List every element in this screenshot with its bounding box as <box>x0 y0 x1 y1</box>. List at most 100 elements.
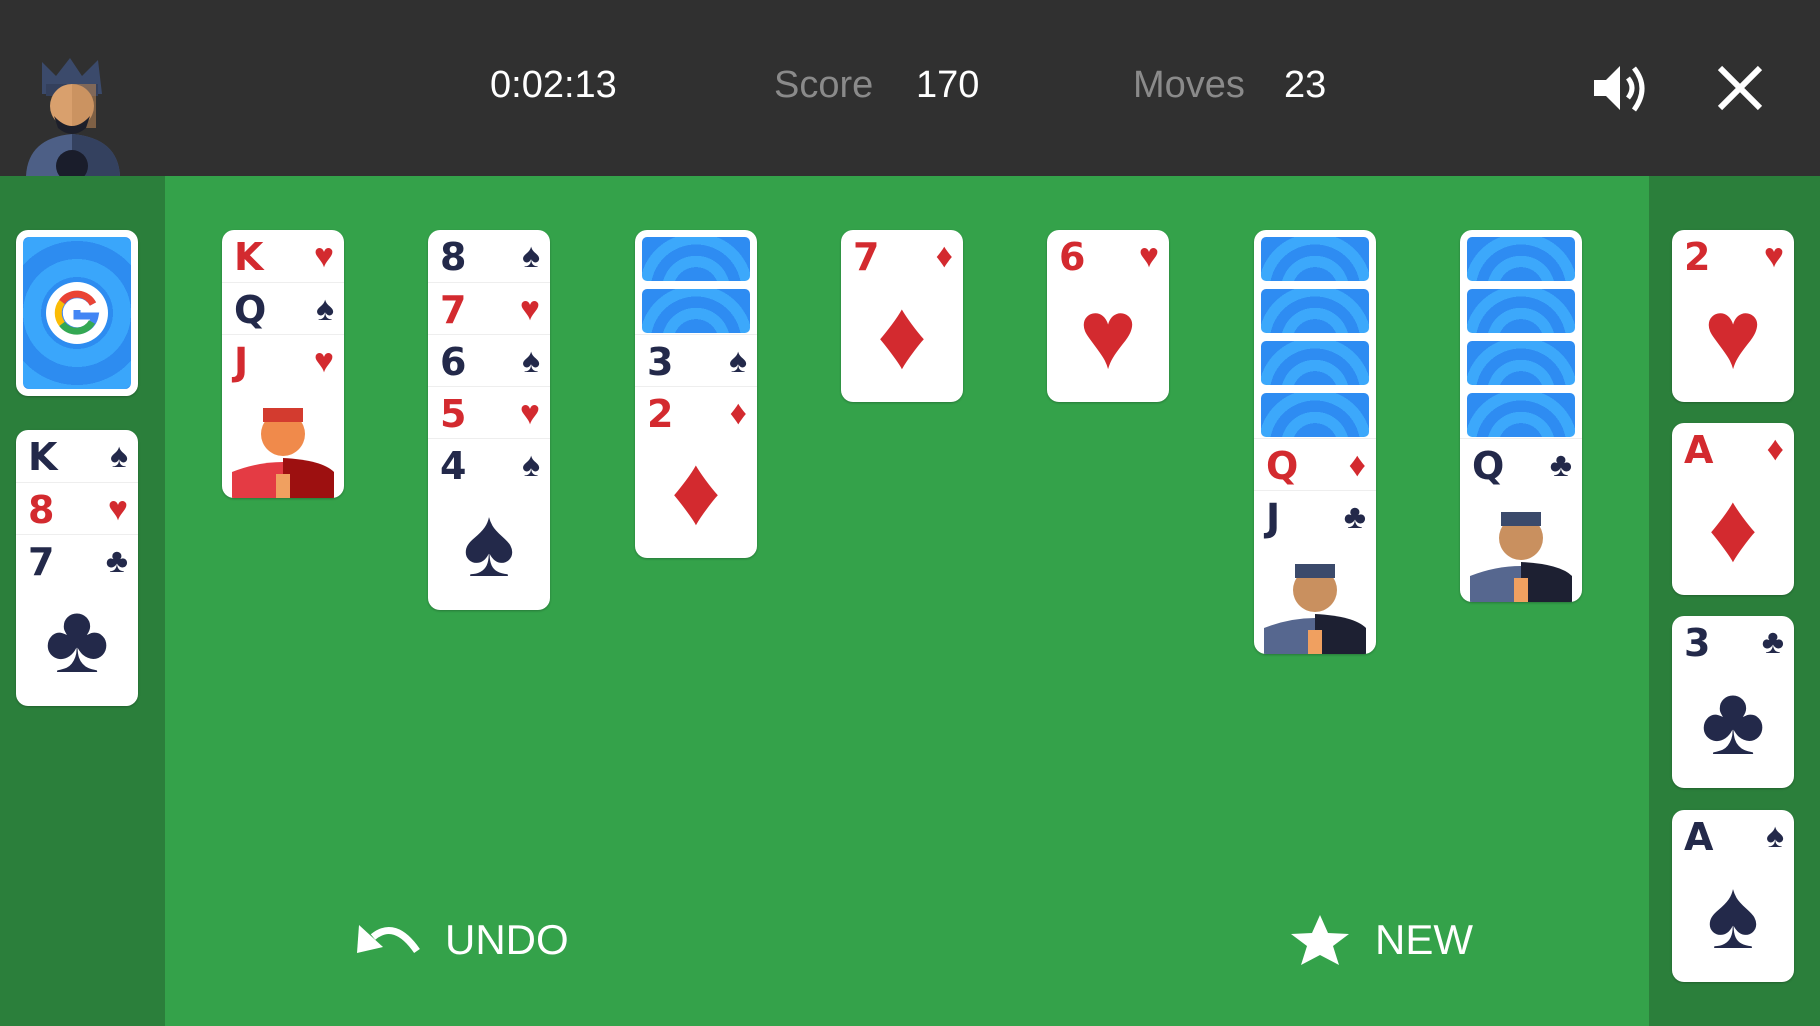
card-suit-icon: ♣ <box>1343 498 1366 536</box>
tableau-column-4[interactable]: 7 ♦ ♦ <box>841 230 963 402</box>
card[interactable]: K ♥ <box>222 230 344 282</box>
card[interactable]: 4 ♠ <box>428 438 550 491</box>
sound-toggle-button[interactable] <box>1590 56 1654 120</box>
court-figure-icon <box>1460 498 1582 602</box>
card-suit-icon: ♦ <box>1766 430 1784 468</box>
undo-label: UNDO <box>445 916 569 963</box>
card[interactable]: Q ♠ <box>222 282 344 335</box>
face-down-card <box>1467 237 1575 281</box>
face-down-card <box>1467 289 1575 333</box>
face-down-card <box>1467 341 1575 385</box>
close-button[interactable] <box>1708 56 1772 120</box>
card[interactable]: 3 ♣ <box>1672 616 1794 668</box>
court-figure-icon <box>1254 550 1376 654</box>
card-rank: 7 <box>440 288 467 332</box>
tableau-column-1[interactable]: K ♥ Q ♠ J ♥ <box>222 230 344 498</box>
card-rank: 6 <box>440 340 467 384</box>
card[interactable]: 5 ♥ <box>428 386 550 439</box>
card-suit-icon: ♣ <box>105 542 128 580</box>
card[interactable]: A ♦ <box>1672 423 1794 475</box>
card-rank: 3 <box>1684 621 1711 665</box>
face-down-card <box>1261 289 1369 333</box>
foundation-pile-4[interactable]: A ♠ ♠ <box>1672 810 1794 982</box>
card-suit-icon: ♥ <box>1138 237 1159 275</box>
card-suit-icon: ♥ <box>1763 237 1784 275</box>
card[interactable]: 3 ♠ <box>635 334 757 387</box>
card-suit-icon: ♣ <box>1549 446 1572 484</box>
moves-label: Moves <box>1133 64 1245 106</box>
card-suit-icon: ♦ <box>1348 446 1366 484</box>
card-rank: 7 <box>853 235 880 279</box>
moves-value: 23 <box>1284 64 1327 106</box>
card-center-suit-icon: ♣ <box>1700 665 1766 775</box>
card[interactable]: 6 ♠ <box>428 334 550 387</box>
score-value: 170 <box>916 64 980 106</box>
foundation-pile-1[interactable]: 2 ♥ ♥ <box>1672 230 1794 402</box>
card-center-suit-icon: ♦ <box>1707 472 1758 582</box>
card[interactable]: Q ♦ <box>1254 438 1376 491</box>
undo-button[interactable]: UNDO <box>355 910 569 970</box>
card[interactable]: 7 ♣ <box>16 534 138 587</box>
card-rank: 5 <box>440 392 467 436</box>
card-suit-icon: ♥ <box>313 342 334 380</box>
card[interactable]: J ♣ <box>1254 490 1376 543</box>
new-game-label: NEW <box>1375 916 1473 963</box>
face-down-card <box>642 289 750 333</box>
score-label: Score <box>774 64 874 106</box>
court-figure-icon <box>222 394 344 498</box>
foundation-pile-3[interactable]: 3 ♣ ♣ <box>1672 616 1794 788</box>
google-logo-icon <box>46 282 108 344</box>
card-center-suit-icon: ♥ <box>1078 279 1138 389</box>
card-suit-icon: ♦ <box>935 237 953 275</box>
card[interactable]: 8 ♥ <box>16 482 138 535</box>
card[interactable]: K ♠ <box>16 430 138 482</box>
timer: 0:02:13 <box>490 64 617 106</box>
star-icon <box>1291 915 1349 965</box>
king-avatar-icon <box>20 54 140 182</box>
card-rank: Q <box>1266 444 1299 488</box>
card[interactable]: Q ♣ <box>1460 438 1582 491</box>
tableau-column-6[interactable]: Q ♦ J ♣ <box>1254 230 1376 654</box>
card[interactable]: J ♥ <box>222 334 344 387</box>
card-rank: K <box>234 235 264 279</box>
tableau-column-2[interactable]: 8 ♠ 7 ♥ 6 ♠ 5 ♥ 4 ♠ ♠ <box>428 230 550 610</box>
card-rank: 4 <box>440 444 467 488</box>
card-rank: 8 <box>28 488 55 532</box>
card-suit-icon: ♦ <box>729 394 747 432</box>
card-rank: 3 <box>647 340 674 384</box>
face-down-card <box>1261 237 1369 281</box>
card[interactable]: 2 ♦ <box>635 386 757 439</box>
card-center-suit-icon: ♠ <box>1706 859 1760 969</box>
card-rank: 6 <box>1059 235 1086 279</box>
card-suit-icon: ♥ <box>519 290 540 328</box>
top-bar: 0:02:13 Score 170 Moves 23 <box>0 0 1820 182</box>
tableau-column-7[interactable]: Q ♣ <box>1460 230 1582 602</box>
card[interactable]: 2 ♥ <box>1672 230 1794 282</box>
card-rank: J <box>234 340 249 384</box>
new-game-button[interactable]: NEW <box>1285 910 1473 970</box>
undo-arrow-icon <box>357 925 420 954</box>
card-center-suit-icon: ♦ <box>670 435 721 545</box>
card-rank: A <box>1684 815 1714 859</box>
tableau-column-3[interactable]: 3 ♠ 2 ♦ ♦ <box>635 230 757 558</box>
card-suit-icon: ♥ <box>313 237 334 275</box>
card-rank: K <box>28 435 58 479</box>
card[interactable]: 7 ♦ <box>841 230 963 282</box>
card-center-suit-icon: ♠ <box>462 487 516 597</box>
card-rank: A <box>1684 428 1714 472</box>
card-rank: J <box>1266 496 1281 540</box>
card-rank: Q <box>1472 444 1505 488</box>
card[interactable]: A ♠ <box>1672 810 1794 862</box>
foundation-pile-2[interactable]: A ♦ ♦ <box>1672 423 1794 595</box>
card[interactable]: 6 ♥ <box>1047 230 1169 282</box>
stock-pile[interactable] <box>16 230 138 396</box>
close-icon <box>1717 65 1763 111</box>
speaker-icon <box>1594 66 1645 112</box>
waste-pile[interactable]: K ♠ 8 ♥ 7 ♣ ♣ <box>16 430 138 706</box>
card[interactable]: 7 ♥ <box>428 282 550 335</box>
card-center-suit-icon: ♥ <box>1703 279 1763 389</box>
card[interactable]: 8 ♠ <box>428 230 550 282</box>
card-suit-icon: ♠ <box>521 342 540 380</box>
tableau-column-5[interactable]: 6 ♥ ♥ <box>1047 230 1169 402</box>
card-suit-icon: ♠ <box>315 290 334 328</box>
